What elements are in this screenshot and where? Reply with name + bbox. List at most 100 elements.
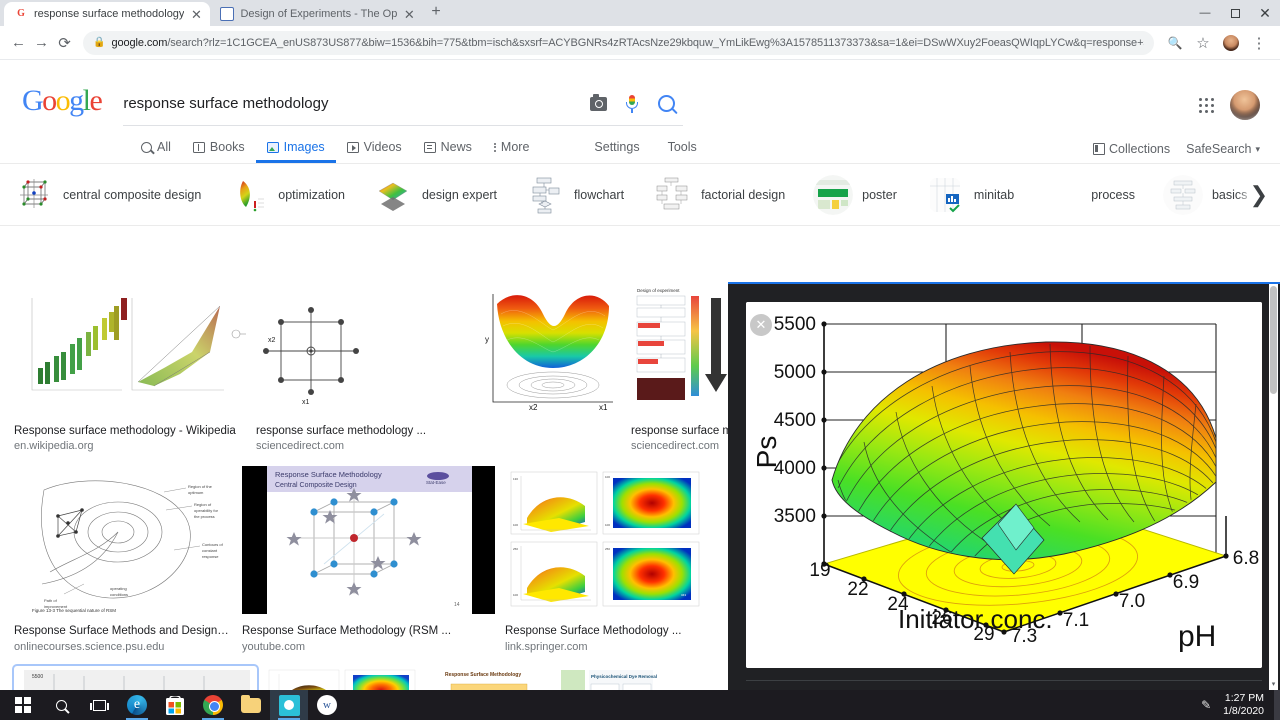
result-thumbnail[interactable]: y x2 x1 bbox=[481, 282, 621, 419]
browser-menu-icon[interactable]: ⋮ bbox=[1246, 30, 1272, 56]
result-thumbnail[interactable]: Region of the optimum Region of operabilit… bbox=[14, 466, 232, 620]
chrome-taskbar-button[interactable] bbox=[194, 690, 232, 720]
svg-text:5500: 5500 bbox=[774, 314, 816, 335]
svg-text:response: response bbox=[202, 554, 219, 559]
zoom-icon[interactable]: 🔍 bbox=[1162, 30, 1188, 56]
word-taskbar-button[interactable]: w bbox=[308, 690, 346, 720]
clock[interactable]: 1:27 PM 1/8/2020 bbox=[1223, 692, 1264, 718]
chevron-down-icon[interactable]: ▾ bbox=[1255, 144, 1260, 155]
tab-title: response surface methodology bbox=[34, 8, 185, 20]
close-preview-button[interactable]: ✕ bbox=[750, 314, 772, 336]
tools-button[interactable]: Tools bbox=[654, 140, 711, 163]
result-card-10[interactable]: Physicochemical Dye Removal Processes FF… bbox=[557, 666, 681, 690]
preview-image[interactable]: 5500 5000 4500 4000 3500 Ps 19 22 24 26 … bbox=[746, 302, 1262, 668]
collections-label[interactable]: Collections bbox=[1109, 142, 1170, 156]
chip-optimization[interactable]: optimization bbox=[229, 174, 373, 215]
svg-text:Design of experiment: Design of experiment bbox=[637, 288, 680, 293]
chip-flowchart[interactable]: flowchart bbox=[525, 174, 652, 215]
bookmark-star-icon[interactable]: ☆ bbox=[1190, 30, 1216, 56]
minimize-button[interactable]: — bbox=[1190, 0, 1220, 26]
tab-images[interactable]: Images bbox=[255, 140, 336, 163]
tab-books[interactable]: Books bbox=[182, 140, 256, 163]
back-button[interactable]: ← bbox=[8, 30, 29, 56]
search-taskbar-button[interactable] bbox=[42, 690, 80, 720]
scrollbar-thumb[interactable] bbox=[1270, 286, 1277, 394]
result-card-4[interactable]: Region of the optimum Region of operabilit… bbox=[14, 466, 232, 654]
scroll-down-arrow[interactable]: ▾ bbox=[1270, 680, 1277, 688]
edge-taskbar-button[interactable] bbox=[118, 690, 156, 720]
chip-minitab[interactable]: minitab bbox=[924, 174, 1042, 215]
result-card-3[interactable]: Design of experiment Biosorption experim… bbox=[631, 282, 728, 454]
result-site: onlinecourses.science.psu.edu bbox=[14, 640, 165, 653]
search-input[interactable] bbox=[123, 95, 582, 112]
result-title[interactable]: Response Surface Methodology ... bbox=[505, 624, 705, 638]
result-thumbnail[interactable]: Design of experiment Biosorption experim… bbox=[631, 282, 728, 419]
result-title[interactable]: response surface methodology ... bbox=[256, 424, 471, 438]
preview-scrollbar[interactable]: ▾ bbox=[1269, 284, 1278, 690]
result-thumbnail[interactable] bbox=[267, 666, 419, 690]
browser-tab-2[interactable]: Design of Experiments - The Op ✕ bbox=[210, 2, 424, 26]
address-bar[interactable]: 🔒 google.com/search?rlz=1C1GCEA_enUS873U… bbox=[83, 30, 1155, 55]
reload-button[interactable]: ⟳ bbox=[54, 30, 75, 56]
chip-central-composite-design[interactable]: central composite design bbox=[14, 174, 229, 215]
apps-grid-icon[interactable] bbox=[1199, 97, 1214, 113]
camera-search-icon[interactable] bbox=[581, 89, 615, 119]
result-thumbnail[interactable]: Response Surface Methodology Selection o… bbox=[429, 666, 547, 690]
tab-videos[interactable]: Videos bbox=[336, 140, 413, 163]
forward-button[interactable]: → bbox=[31, 30, 52, 56]
result-thumbnail[interactable] bbox=[14, 282, 246, 419]
explorer-taskbar-button[interactable] bbox=[232, 690, 270, 720]
chips-next-button[interactable]: ❯ bbox=[1236, 164, 1280, 225]
result-card-8[interactable] bbox=[267, 666, 419, 690]
result-card-5[interactable]: Response Surface Methodology Central Com… bbox=[242, 466, 495, 654]
tab-more[interactable]: More bbox=[483, 140, 540, 163]
result-title[interactable]: Response Surface Methods and Designs ... bbox=[14, 624, 232, 638]
result-title[interactable]: response surface methodology ... bbox=[631, 424, 728, 438]
book-icon bbox=[192, 141, 205, 153]
result-card-6[interactable]: 130 100 100 100 100 250 100 250 343 Resp… bbox=[505, 466, 705, 654]
chip-design-expert[interactable]: design expert bbox=[372, 174, 525, 215]
search-bar[interactable] bbox=[123, 82, 684, 126]
chip-poster[interactable]: poster bbox=[813, 174, 925, 215]
result-thumbnail[interactable]: 130 100 100 100 100 250 100 250 343 bbox=[505, 466, 705, 620]
result-thumbnail[interactable]: 550050004500 40003500 Ps bbox=[14, 666, 257, 690]
browser-tab-1[interactable]: G response surface methodology ✕ bbox=[4, 2, 211, 26]
google-logo[interactable]: Google bbox=[22, 86, 103, 116]
result-card-1[interactable]: x2 x1 response surface methodology ... s… bbox=[256, 282, 471, 454]
result-card-0[interactable]: Response surface methodology - Wikipedia… bbox=[14, 282, 246, 454]
tab-news[interactable]: News bbox=[413, 140, 483, 163]
settings-button[interactable]: Settings bbox=[580, 140, 653, 163]
search-submit-icon[interactable] bbox=[649, 89, 683, 119]
tab-all[interactable]: All bbox=[130, 140, 182, 163]
tab-close-icon[interactable]: ✕ bbox=[403, 8, 415, 21]
result-thumbnail[interactable]: x2 x1 bbox=[256, 282, 471, 419]
pen-icon[interactable]: ✎ bbox=[1201, 698, 1211, 712]
powerpoint-taskbar-button[interactable] bbox=[270, 690, 308, 720]
store-taskbar-button[interactable] bbox=[156, 690, 194, 720]
start-button[interactable] bbox=[4, 690, 42, 720]
chip-factorial-design[interactable]: factorial design bbox=[652, 174, 813, 215]
result-card-9[interactable]: Response Surface Methodology Selection o… bbox=[429, 666, 547, 690]
svg-text:Figure 13-3 The sequential n: Figure 13-3 The sequential nature of RSM bbox=[32, 608, 116, 613]
chip-label: flowchart bbox=[574, 187, 625, 202]
show-desktop-button[interactable] bbox=[1274, 690, 1280, 720]
chip-thumbnail bbox=[652, 174, 693, 215]
result-card-2[interactable]: y x2 x1 bbox=[481, 282, 621, 454]
svg-text:3500: 3500 bbox=[774, 506, 816, 527]
result-thumbnail[interactable]: Physicochemical Dye Removal Processes FF… bbox=[557, 666, 681, 690]
maximize-button[interactable] bbox=[1220, 0, 1250, 26]
tab-close-icon[interactable]: ✕ bbox=[190, 8, 202, 21]
new-tab-button[interactable]: + bbox=[423, 4, 448, 22]
safesearch-label[interactable]: SafeSearch bbox=[1186, 142, 1251, 156]
account-avatar[interactable] bbox=[1230, 90, 1260, 120]
task-view-button[interactable] bbox=[80, 690, 118, 720]
chip-process[interactable]: process bbox=[1042, 174, 1163, 215]
chip-label: design expert bbox=[421, 187, 498, 202]
result-title[interactable]: Response Surface Methodology (RSM ... bbox=[242, 624, 495, 638]
result-card-7-selected[interactable]: 550050004500 40003500 Ps bbox=[12, 664, 259, 690]
profile-avatar[interactable] bbox=[1218, 30, 1244, 56]
result-thumbnail[interactable]: Response Surface Methodology Central Com… bbox=[242, 466, 495, 620]
result-title[interactable]: Response surface methodology - Wikipedia bbox=[14, 424, 246, 438]
voice-search-icon[interactable] bbox=[615, 89, 649, 119]
close-window-button[interactable]: ✕ bbox=[1250, 0, 1280, 26]
